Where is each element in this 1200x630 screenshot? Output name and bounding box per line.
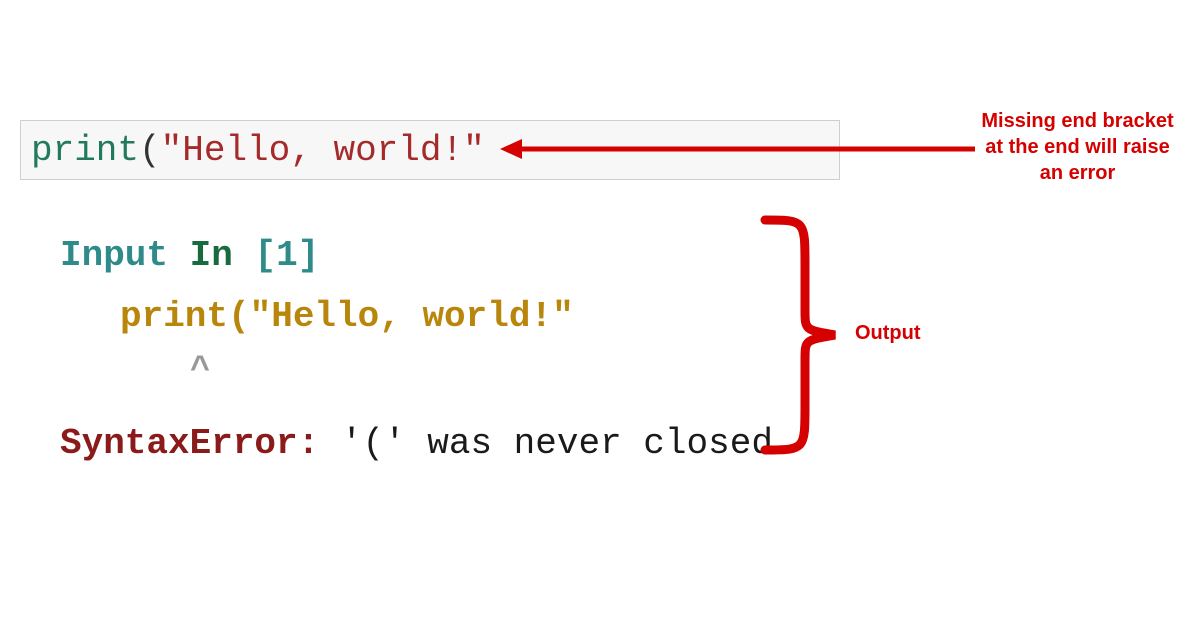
output-input-marker: Input In [1] (60, 225, 773, 286)
code-string-literal: "Hello, world!" (161, 130, 485, 171)
code-open-paren: ( (139, 130, 161, 171)
output-error-line: SyntaxError: '(' was never closed (60, 413, 773, 474)
arrow-icon (500, 134, 975, 164)
annotation-output-label: Output (855, 322, 921, 345)
output-caret-marker: ^ (60, 343, 773, 401)
output-input-word: Input (60, 235, 168, 276)
code-fn-name: print (31, 130, 139, 171)
output-error-message: '(' was never closed (319, 423, 773, 464)
output-cell-number: [1] (254, 235, 319, 276)
output-in-word: In (190, 235, 233, 276)
output-block: Input In [1] print("Hello, world!" ^ Syn… (60, 225, 773, 474)
output-echo-line: print("Hello, world!" (60, 286, 773, 347)
curly-brace-icon (755, 215, 845, 455)
output-error-name: SyntaxError: (60, 423, 319, 464)
annotation-missing-bracket: Missing end bracket at the end will rais… (975, 108, 1180, 186)
